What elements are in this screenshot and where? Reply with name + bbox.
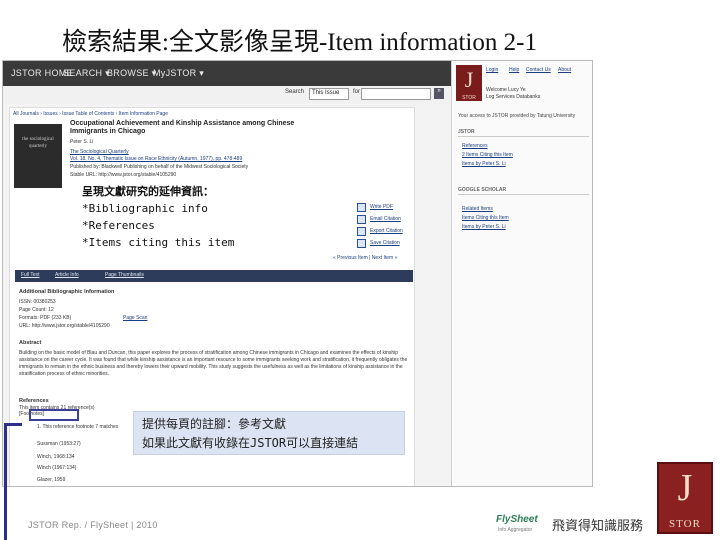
search-for-label: for bbox=[353, 89, 361, 95]
article-tabbar: Full Text Article Info Page Thumbnails bbox=[15, 270, 413, 282]
article-author: Peter S. Li bbox=[70, 139, 94, 145]
footer-caption: JSTOR Rep. / FlySheet | 2010 bbox=[28, 520, 158, 530]
pdf-icon bbox=[357, 203, 366, 212]
footnote-ref-2[interactable]: Winch, 1968:134 bbox=[37, 454, 75, 460]
formats-line: Formats: PDF (233 KB) bbox=[19, 315, 72, 321]
annotation-line: 如果此文獻有收錄在JSTOR可以直接連結 bbox=[142, 436, 359, 450]
footnotes-highlight-box bbox=[29, 409, 79, 421]
jstor-logo-small-name: STOR bbox=[462, 95, 476, 101]
flysheet-subtitle: Info Aggregator bbox=[498, 527, 533, 533]
export-icon bbox=[357, 227, 366, 236]
jstor-logo-name: STOR bbox=[669, 518, 701, 530]
annotation-line: *Bibliographic info bbox=[82, 202, 208, 215]
url-line: URL: http://www.jstor.org/stable/4105290 bbox=[19, 323, 110, 329]
page-scan-link[interactable]: Page Scan bbox=[123, 315, 147, 321]
tool-export-citation[interactable]: Export Citation bbox=[357, 227, 427, 238]
footnote-ref-4[interactable]: Glazer, 1959 bbox=[37, 477, 65, 483]
tool-email-citation[interactable]: Email Citation bbox=[357, 215, 427, 226]
additional-info-heading: Additional Bibliographic Information bbox=[19, 289, 115, 295]
search-label: Search bbox=[285, 89, 305, 95]
jstor-logo-letter: J bbox=[677, 467, 693, 509]
tool-write-pdf[interactable]: Write PDF bbox=[357, 203, 427, 214]
issn-line: ISSN: 00380253 bbox=[19, 299, 56, 305]
jstor-logo-large: J STOR bbox=[657, 462, 713, 534]
tab-page-thumbnails[interactable]: Page Thumbnails bbox=[105, 272, 144, 278]
footnote-ref-1[interactable]: Sussman (1953:27) bbox=[37, 441, 81, 447]
slide-title: 檢索結果:全文影像呈現-Item information 2-1 bbox=[62, 29, 537, 56]
flysheet-logo: FlySheet Info Aggregator 飛資得知識服務 bbox=[496, 513, 646, 535]
annotation-extended-info: 呈現文獻研究的延伸資訊： *Bibliographic info *Refere… bbox=[82, 183, 234, 251]
welcome-subtext: Log Services Databanks bbox=[486, 94, 541, 100]
nav-search[interactable]: SEARCH ▾ bbox=[63, 68, 110, 79]
annotation-line: 提供每頁的註腳：參考文獻 bbox=[142, 417, 287, 431]
tab-article-info[interactable]: Article Info bbox=[55, 272, 79, 278]
tool-write-pdf-label: Write PDF bbox=[370, 204, 393, 210]
tool-export-citation-label: Export Citation bbox=[370, 228, 403, 234]
google-scholar-head: GOOGLE SCHOLAR bbox=[458, 187, 589, 195]
journal-link[interactable]: The Sociological Quarterly bbox=[70, 149, 129, 155]
volume-link[interactable]: Vol. 18, No. 4, Thematic Issue on Race E… bbox=[70, 156, 242, 162]
abstract-heading: Abstract bbox=[19, 340, 42, 346]
contact-link[interactable]: Contact Us bbox=[526, 67, 551, 73]
annotation-line: *References bbox=[82, 219, 155, 232]
about-link[interactable]: About bbox=[558, 67, 571, 73]
items-by-author-link[interactable]: Items by Peter S. Li bbox=[462, 161, 506, 167]
tab-full-text[interactable]: Full Text bbox=[21, 272, 40, 278]
jstor-section-head: JSTOR bbox=[458, 129, 589, 137]
help-link[interactable]: Help bbox=[509, 67, 519, 73]
welcome-text: Welcome Lucy Ye bbox=[486, 87, 526, 93]
nav-myjstor[interactable]: MyJSTOR ▾ bbox=[153, 68, 204, 79]
search-scope-select[interactable]: This Issue bbox=[309, 88, 349, 100]
flysheet-wordmark: FlySheet bbox=[496, 514, 538, 525]
annotation-footnotes: 提供每頁的註腳：參考文獻 如果此文獻有收錄在JSTOR可以直接連結 bbox=[133, 411, 405, 455]
references-link[interactable]: References bbox=[462, 143, 488, 149]
article-title: Occupational Achievement and Kinship Ass… bbox=[70, 120, 295, 135]
tool-save-citation-label: Save Citation bbox=[370, 240, 400, 246]
scholar-author-link[interactable]: Items by Peter S. Li bbox=[462, 224, 506, 230]
flysheet-chinese-name: 飛資得知識服務 bbox=[552, 518, 644, 533]
search-go-button[interactable]: » bbox=[434, 88, 444, 99]
publisher-line: Published by: Blackwell Publishing on be… bbox=[70, 164, 249, 170]
email-icon bbox=[357, 215, 366, 224]
search-input[interactable] bbox=[361, 88, 431, 100]
access-note: Your access to JSTOR provided by Tatung … bbox=[458, 113, 576, 119]
right-panel: J STOR Login Help Contact Us About Welco… bbox=[451, 61, 592, 486]
prev-next-links[interactable]: « Previous Item | Next Item » bbox=[333, 255, 397, 261]
scholar-citing-link[interactable]: Items Citing this Item bbox=[462, 215, 509, 221]
login-link[interactable]: Login bbox=[486, 67, 498, 73]
abstract-text: Building on the basic model of Blau and … bbox=[19, 350, 408, 377]
references-heading: References bbox=[19, 398, 49, 404]
related-items-link[interactable]: Related Items bbox=[462, 206, 493, 212]
nav-browse[interactable]: BROWSE ▾ bbox=[107, 68, 156, 79]
annotation-line: 呈現文獻研究的延伸資訊： bbox=[82, 185, 214, 198]
items-citing-link[interactable]: 2 Items Citing this Item bbox=[462, 152, 513, 158]
tool-save-citation[interactable]: Save Citation bbox=[357, 239, 427, 250]
jstor-nav-bar: JSTOR HOME SEARCH ▾ BROWSE ▾ MyJSTOR ▾ bbox=[3, 61, 451, 86]
tool-email-citation-label: Email Citation bbox=[370, 216, 401, 222]
search-row: Search This Issue for » bbox=[3, 86, 451, 104]
journal-cover-image: the sociological quarterly bbox=[14, 124, 62, 188]
page-count-line: Page Count: 12 bbox=[19, 307, 54, 313]
breadcrumb[interactable]: All Journals › Issues › Issue Table of C… bbox=[13, 111, 168, 117]
annotation-line: *Items citing this item bbox=[82, 236, 235, 249]
footnote-1: 1. This reference footnote 7 matches bbox=[37, 424, 119, 430]
footnote-ref-3[interactable]: Winch (1967:134) bbox=[37, 465, 76, 471]
stable-url: Stable URL: http://www.jstor.org/stable/… bbox=[70, 172, 177, 178]
footnotes-bracket bbox=[4, 423, 22, 540]
save-icon bbox=[357, 239, 366, 248]
